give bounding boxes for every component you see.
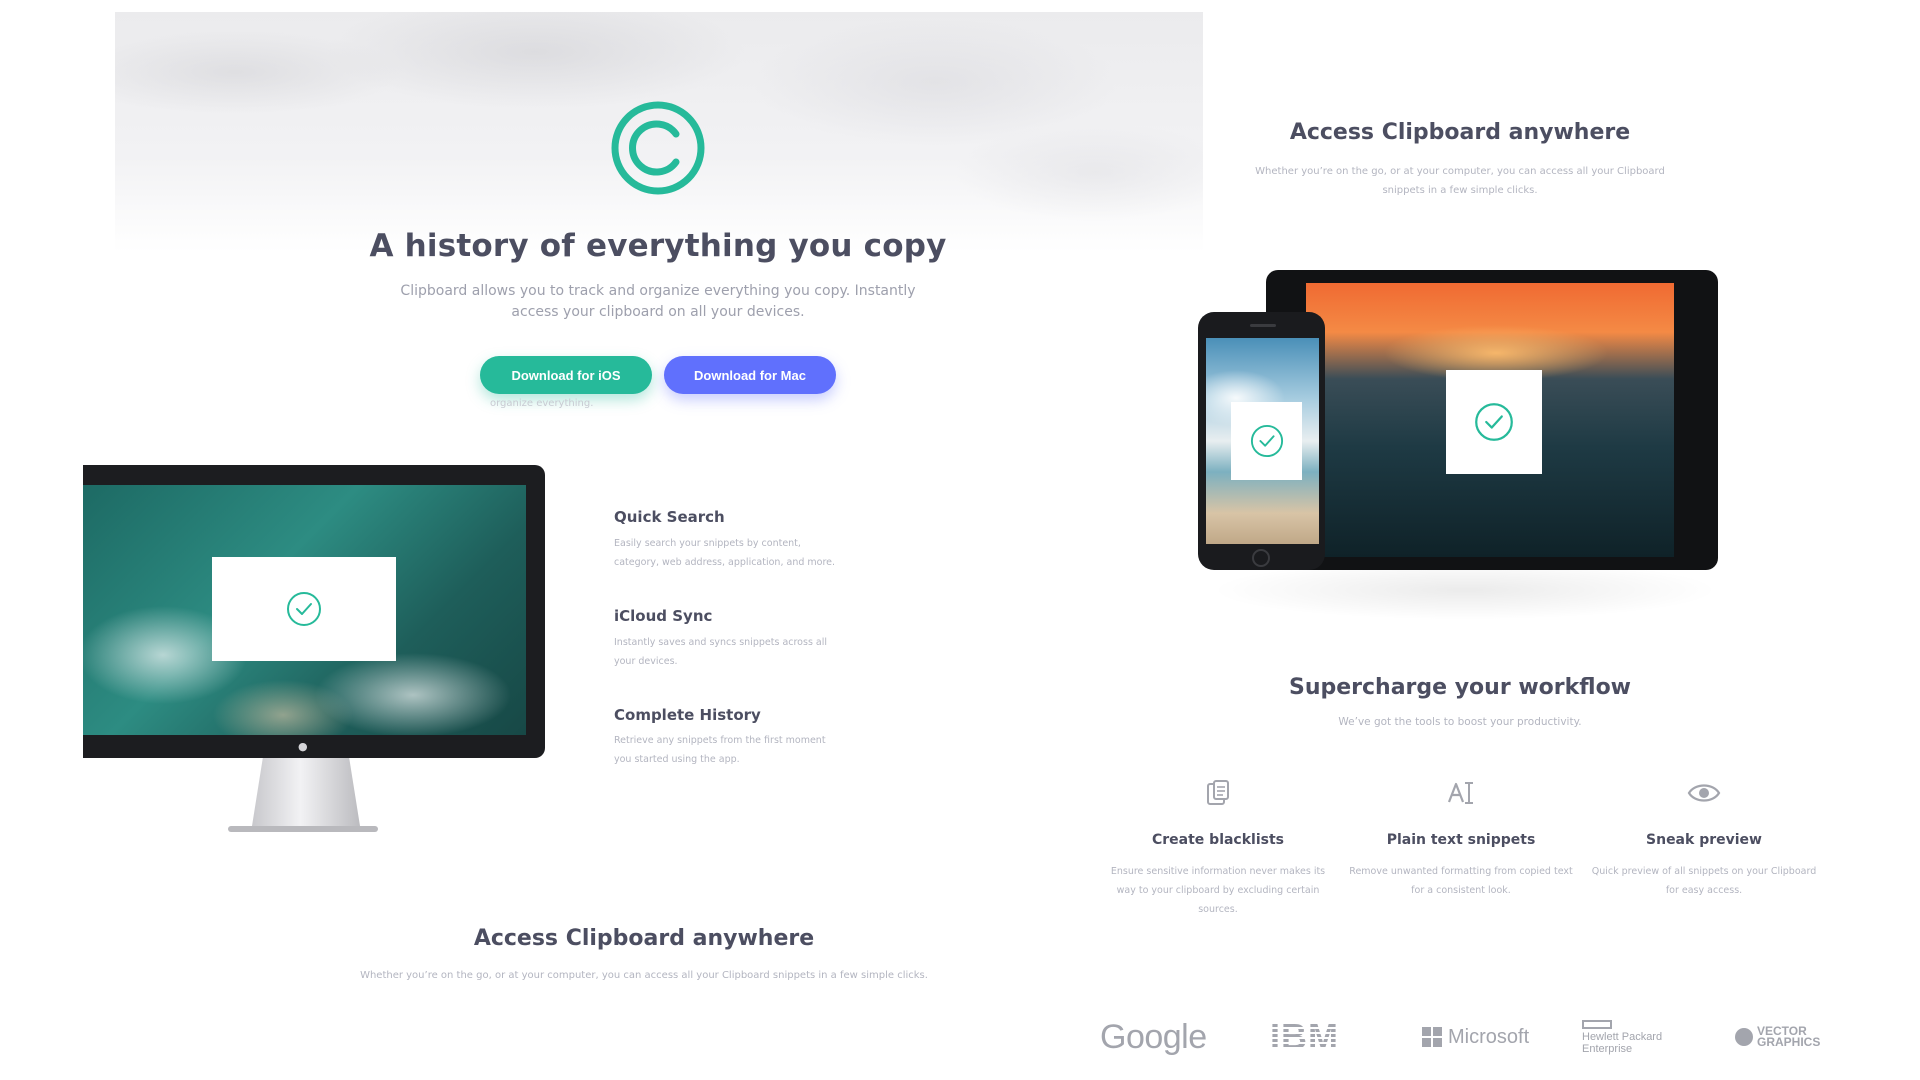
imac-stand xyxy=(252,758,360,826)
download-mac-button[interactable]: Download for Mac xyxy=(664,356,836,394)
access-text-bottom: Whether you’re on the go, or at your com… xyxy=(360,970,928,981)
hpe-line1: Hewlett Packard xyxy=(1582,1030,1663,1043)
access-text: Whether you’re on the go, or at your com… xyxy=(1255,166,1665,196)
feature-complete-history-title: Complete History xyxy=(614,706,761,724)
workflow-item-text: Remove unwanted formatting from copied t… xyxy=(1349,866,1573,896)
faded-text: organize everything. xyxy=(490,398,594,409)
phone-home-button xyxy=(1252,549,1270,567)
text-icon xyxy=(1443,775,1479,811)
vector-graphics-line2: GRAPHICS xyxy=(1757,1035,1821,1049)
blacklist-icon xyxy=(1200,775,1236,811)
check-circle-icon xyxy=(287,592,321,626)
microsoft-label: Microsoft xyxy=(1448,1025,1530,1048)
imac-check-card xyxy=(212,557,396,661)
imac-base xyxy=(228,826,378,832)
eye-icon xyxy=(1686,775,1722,811)
workflow-title: Supercharge your workflow xyxy=(1288,675,1632,700)
feature-quick-search-title: Quick Search xyxy=(614,508,725,526)
workflow-item-title: Create blacklists xyxy=(1151,832,1284,848)
hero-title: A history of everything you copy xyxy=(369,228,947,264)
check-circle-icon xyxy=(1250,424,1283,458)
access-title-bottom: Access Clipboard anywhere xyxy=(473,926,815,951)
microsoft-squares-icon xyxy=(1422,1027,1442,1047)
microsoft-logo: Microsoft xyxy=(1422,1014,1529,1060)
hero-description: Clipboard allows you to track and organi… xyxy=(400,283,916,320)
phone-check-card xyxy=(1231,402,1302,480)
feature-icloud-sync-text: Instantly saves and syncs snippets acros… xyxy=(614,637,828,667)
hpe-rectangle-icon xyxy=(1582,1019,1612,1029)
workflow-item-title: Sneak preview xyxy=(1646,832,1762,848)
check-circle-icon xyxy=(1475,403,1513,441)
workflow-item-text: Ensure sensitive information never makes… xyxy=(1110,866,1326,915)
feature-quick-search-text: Easily search your snippets by content, … xyxy=(614,538,836,568)
hpe-logo: Hewlett Packard Enterprise xyxy=(1582,1014,1662,1060)
download-ios-button[interactable]: Download for iOS xyxy=(480,356,652,394)
hpe-line2: Enterprise xyxy=(1582,1042,1633,1055)
google-logo: Google xyxy=(1100,1017,1207,1056)
feature-icloud-sync-title: iCloud Sync xyxy=(614,607,713,625)
phone-speaker xyxy=(1250,324,1276,327)
clipboard-logo-icon xyxy=(611,101,705,195)
workflow-item-title: Plain text snippets xyxy=(1386,832,1536,848)
vector-graphics-circle-icon xyxy=(1735,1028,1753,1046)
vector-graphics-logo: VECTOR GRAPHICS xyxy=(1735,1014,1820,1060)
workflow-item-text: Quick preview of all snippets on your Cl… xyxy=(1591,866,1817,896)
feature-complete-history-text: Retrieve any snippets from the first mom… xyxy=(614,735,826,765)
workflow-subtitle: We’ve got the tools to boost your produc… xyxy=(1338,716,1582,728)
ibm-logo: IBM xyxy=(1270,1014,1339,1060)
access-title: Access Clipboard anywhere xyxy=(1289,120,1631,145)
tablet-check-card xyxy=(1446,370,1542,474)
apple-logo-icon: ● xyxy=(298,740,308,753)
